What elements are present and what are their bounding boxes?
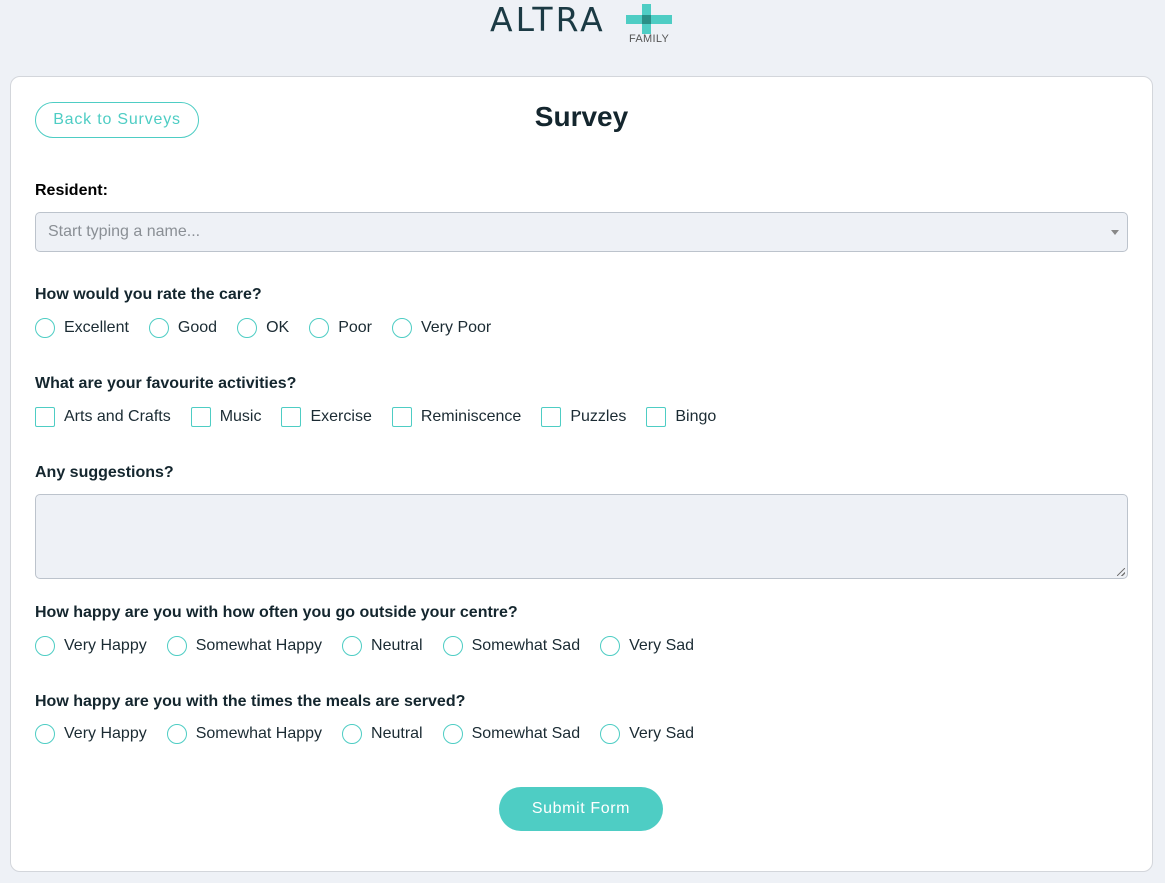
resident-placeholder: Start typing a name... xyxy=(48,223,201,240)
radio-button[interactable] xyxy=(166,724,187,744)
radio-option[interactable]: Very Sad xyxy=(600,724,694,744)
radio-option[interactable]: Somewhat Sad xyxy=(442,636,580,656)
radio-option[interactable]: Somewhat Happy xyxy=(166,636,322,656)
question-favourite-activities: What are your favourite activities? xyxy=(35,375,297,392)
checkbox[interactable] xyxy=(281,407,302,427)
checkbox[interactable] xyxy=(541,407,562,427)
logo-text: ALTRA xyxy=(490,0,606,39)
checkbox-option[interactable]: Reminiscence xyxy=(391,407,521,427)
question-suggestions: Any suggestions? xyxy=(35,464,174,481)
radio-button[interactable] xyxy=(442,724,463,744)
radio-button[interactable] xyxy=(148,318,169,338)
plus-icon xyxy=(626,4,672,34)
question-outside-frequency: How happy are you with how often you go … xyxy=(35,604,518,621)
back-to-surveys-button[interactable]: Back to Surveys xyxy=(35,102,199,138)
checkbox[interactable] xyxy=(391,407,412,427)
checkbox-option[interactable]: Bingo xyxy=(646,407,716,427)
checkbox-option[interactable]: Arts and Crafts xyxy=(35,407,171,427)
survey-card: Back to Surveys Survey Resident: Start t… xyxy=(10,76,1153,872)
radio-option[interactable]: Very Poor xyxy=(391,318,491,338)
radio-option[interactable]: Very Happy xyxy=(35,636,147,656)
radio-option[interactable]: Somewhat Sad xyxy=(442,724,580,744)
logo-subtext: FAMILY xyxy=(629,33,670,45)
suggestions-textarea[interactable] xyxy=(35,494,1128,579)
checkbox[interactable] xyxy=(190,407,211,427)
care-rating-options: Excellent Good OK Poor Very Poor xyxy=(35,317,511,339)
radio-option[interactable]: Somewhat Happy xyxy=(166,724,322,744)
radio-option[interactable]: Good xyxy=(148,318,217,338)
question-meal-times: How happy are you with the times the mea… xyxy=(35,693,466,710)
altra-family-logo: ALTRA FAMILY xyxy=(490,0,680,48)
activities-options: Arts and Crafts Music Exercise Reminisce… xyxy=(35,406,736,428)
checkbox-option[interactable]: Music xyxy=(190,407,261,427)
radio-button[interactable] xyxy=(600,724,621,744)
radio-button[interactable] xyxy=(600,636,621,656)
radio-option[interactable]: OK xyxy=(237,318,289,338)
radio-button[interactable] xyxy=(342,636,363,656)
checkbox-option[interactable]: Puzzles xyxy=(541,407,626,427)
radio-option[interactable]: Excellent xyxy=(35,318,129,338)
resize-grip-icon[interactable] xyxy=(1117,568,1125,576)
meal-times-options: Very Happy Somewhat Happy Neutral Somewh… xyxy=(35,723,714,745)
radio-button[interactable] xyxy=(35,724,55,744)
radio-button[interactable] xyxy=(166,636,187,656)
resident-label: Resident: xyxy=(35,182,108,199)
checkbox[interactable] xyxy=(646,407,667,427)
radio-button[interactable] xyxy=(442,636,463,656)
radio-button[interactable] xyxy=(342,724,363,744)
radio-option[interactable]: Neutral xyxy=(342,724,423,744)
radio-option[interactable]: Poor xyxy=(309,318,372,338)
radio-option[interactable]: Very Happy xyxy=(35,724,147,744)
radio-button[interactable] xyxy=(237,318,258,338)
radio-button[interactable] xyxy=(309,318,330,338)
resident-select[interactable]: Start typing a name... xyxy=(35,212,1128,252)
checkbox-option[interactable]: Exercise xyxy=(281,407,372,427)
radio-option[interactable]: Neutral xyxy=(342,636,423,656)
radio-button[interactable] xyxy=(35,636,55,656)
radio-button[interactable] xyxy=(391,318,412,338)
checkbox[interactable] xyxy=(35,407,55,427)
radio-option[interactable]: Very Sad xyxy=(600,636,694,656)
dropdown-arrow-icon xyxy=(1111,230,1119,235)
radio-button[interactable] xyxy=(35,318,55,338)
submit-form-button[interactable]: Submit Form xyxy=(499,787,663,831)
question-care-rating: How would you rate the care? xyxy=(35,286,262,303)
outside-frequency-options: Very Happy Somewhat Happy Neutral Somewh… xyxy=(35,635,714,657)
